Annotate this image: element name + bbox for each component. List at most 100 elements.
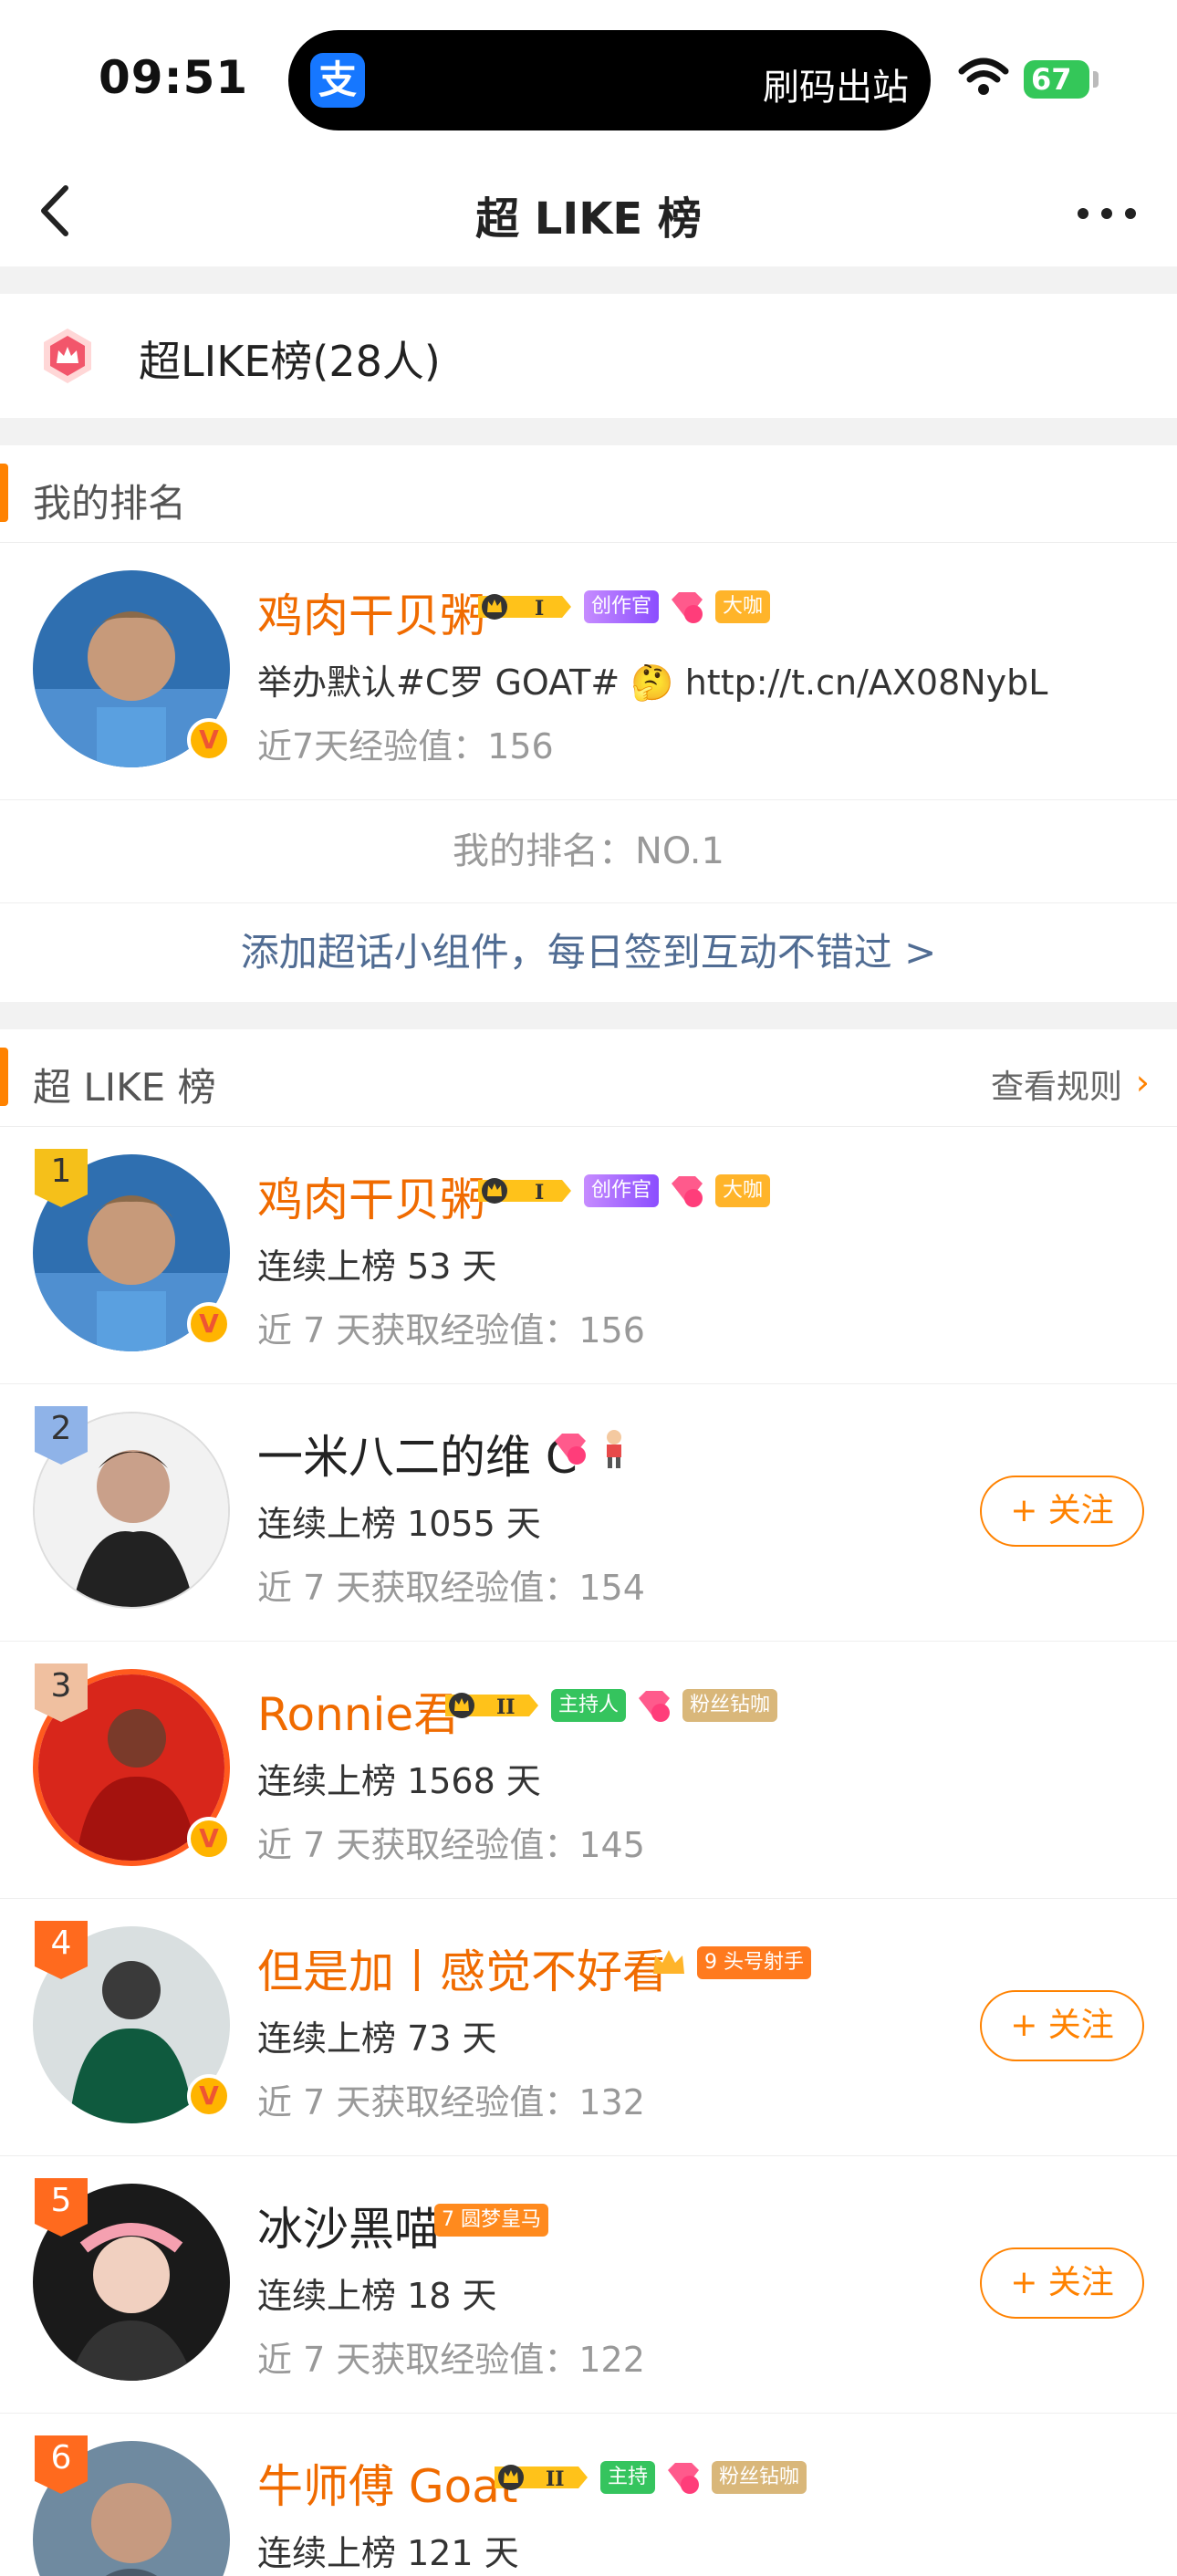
list-header: 超 LIKE 榜 查看规则 › <box>0 1029 1177 1127</box>
verified-badge-icon: V <box>187 718 231 762</box>
exp-text: 近 7 天获取经验值：154 <box>257 1568 645 1608</box>
dakka-badge: 大咖 <box>715 1174 771 1207</box>
shooter-badge: 9 头号射手 <box>697 1946 812 1979</box>
verified-badge-icon: V <box>187 1302 231 1346</box>
gem-level-icon <box>672 1176 703 1207</box>
crown-level-icon: II <box>445 1693 538 1719</box>
list-item[interactable]: 2 一米八二的维 C 连续上榜 1055 天 近 7 天获取经验值：154 + … <box>0 1384 1177 1642</box>
streak-text: 连续上榜 1055 天 <box>257 1504 541 1544</box>
rank-number: 1 <box>50 1152 72 1190</box>
host-badge: 主持 <box>600 2461 656 2494</box>
follow-button[interactable]: + 关注 <box>980 2247 1144 2319</box>
rank-badge: 2 <box>35 1406 88 1465</box>
creator-badge: 创作官 <box>584 1174 660 1207</box>
exp-text: 近 7 天获取经验值：122 <box>257 2340 645 2380</box>
divider <box>0 1002 1177 1029</box>
rank-badge: 6 <box>35 2435 88 2494</box>
add-widget-link[interactable]: 添加超话小组件，每日签到互动不错过 > <box>0 903 1177 1002</box>
level-number: 7 <box>442 2208 454 2231</box>
streak-text: 连续上榜 1568 天 <box>257 1761 541 1801</box>
streak-text: 连续上榜 53 天 <box>257 1246 497 1287</box>
badge-row: I 创作官 大咖 <box>474 1171 771 1211</box>
crown-level-icon: II <box>495 2465 588 2491</box>
badge-row: II 主持 粉丝钻咖 <box>491 2457 807 2498</box>
status-bar: 09:51 支 刷码出站 67 <box>0 0 1177 155</box>
svg-text:II: II <box>496 1695 516 1719</box>
follow-button[interactable]: + 关注 <box>980 1990 1144 2061</box>
svg-text:I: I <box>535 597 544 621</box>
rank-badge: 5 <box>35 2178 88 2237</box>
gem-level-icon <box>639 1691 671 1722</box>
alipay-icon: 支 <box>310 53 365 108</box>
badge-row: I 创作官 大咖 <box>474 587 771 627</box>
gem-level-icon <box>555 1434 586 1465</box>
streak-text: 连续上榜 121 天 <box>257 2533 519 2573</box>
dakka-badge: 大咖 <box>715 590 771 623</box>
rank-badge: 1 <box>35 1149 88 1207</box>
super-like-summary[interactable]: 超LIKE榜(28人) <box>0 294 1177 418</box>
dynamic-island[interactable]: 支 刷码出站 <box>288 30 931 130</box>
status-time: 09:51 <box>99 51 249 104</box>
badge-row <box>551 1428 630 1468</box>
accent-bar <box>0 464 8 522</box>
island-label: 刷码出站 <box>763 67 909 109</box>
list-item[interactable]: 6 牛师傅 Goat II 主持 粉丝钻咖 连续上榜 121 天 <box>0 2414 1177 2576</box>
user-name[interactable]: 牛师傅 Goat <box>257 2450 517 2516</box>
rank-number: 4 <box>50 1924 72 1962</box>
rank-badge: 4 <box>35 1921 88 1979</box>
my-rank-header: 我的排名 <box>0 445 1177 543</box>
my-profile-row[interactable]: V 鸡肉干贝粥 I 创作官 大咖 举办默认#C罗 GOAT# 🤔 http://… <box>0 543 1177 800</box>
dream-badge: 7 圆梦皇马 <box>434 2204 549 2237</box>
crown-emoji-icon <box>653 1950 684 1974</box>
more-icon[interactable] <box>1075 195 1139 232</box>
battery-indicator: 67 <box>1024 60 1089 99</box>
crown-level-icon: I <box>478 594 571 621</box>
person-emoji-icon <box>607 1430 621 1468</box>
my-rank-value: 我的排名：NO.1 <box>0 800 1177 903</box>
nav-bar: 超 LIKE 榜 <box>0 155 1177 266</box>
level-number: 9 <box>704 1951 717 1974</box>
badge-row: II 主持人 粉丝钻咖 <box>442 1685 778 1726</box>
rank-number: 3 <box>50 1667 72 1705</box>
user-name[interactable]: 鸡肉干贝粥 <box>257 1163 485 1229</box>
badge-row: 9 头号射手 <box>650 1943 812 1983</box>
creator-badge: 创作官 <box>584 590 660 623</box>
page-title: 超 LIKE 榜 <box>475 193 702 245</box>
chevron-right-icon[interactable]: › <box>1136 1062 1150 1102</box>
battery-cap <box>1093 71 1099 88</box>
rank-number: 6 <box>50 2439 72 2477</box>
shooter-badge-label: 头号射手 <box>724 1951 805 1974</box>
user-exp: 近7天经验值：156 <box>257 726 554 767</box>
exp-text: 近 7 天获取经验值：132 <box>257 2082 645 2122</box>
user-name[interactable]: Ronnie君 <box>257 1678 459 1744</box>
wifi-icon <box>958 57 1009 95</box>
super-like-badge-icon <box>44 329 91 383</box>
crown-level-icon: I <box>478 1178 571 1205</box>
gem-level-icon <box>672 592 703 623</box>
gem-level-icon <box>668 2463 700 2494</box>
exp-text: 近 7 天获取经验值：145 <box>257 1825 645 1865</box>
view-rules-link[interactable]: 查看规则 <box>991 1060 1122 1108</box>
dream-badge-label: 圆梦皇马 <box>461 2208 542 2231</box>
user-name[interactable]: 但是加丨感觉不好看 <box>257 1935 668 2001</box>
list-item[interactable]: V 1 鸡肉干贝粥 I 创作官 大咖 连续上榜 53 天 近 7 天获取经验值：… <box>0 1127 1177 1384</box>
svg-text:II: II <box>546 2467 565 2491</box>
list-item[interactable]: V 4 但是加丨感觉不好看 9 头号射手 连续上榜 73 天 近 7 天获取经验… <box>0 1899 1177 2156</box>
user-name[interactable]: 冰沙黑喵 <box>257 2193 440 2258</box>
rank-number: 5 <box>50 2182 72 2219</box>
user-name[interactable]: 一米八二的维 C <box>257 1421 578 1486</box>
streak-text: 连续上榜 73 天 <box>257 2018 497 2059</box>
fans-badge: 粉丝钻咖 <box>712 2461 807 2494</box>
list-title: 超 LIKE 榜 <box>33 1065 216 1110</box>
rank-number: 2 <box>50 1410 72 1447</box>
fans-badge: 粉丝钻咖 <box>682 1689 778 1722</box>
host-badge: 主持人 <box>551 1689 627 1722</box>
verified-badge-icon: V <box>187 2074 231 2118</box>
list-item[interactable]: V 3 Ronnie君 II 主持人 粉丝钻咖 连续上榜 1568 天 近 7 … <box>0 1642 1177 1899</box>
verified-badge-icon: V <box>187 1817 231 1861</box>
user-name[interactable]: 鸡肉干贝粥 <box>257 579 485 645</box>
follow-button[interactable]: + 关注 <box>980 1476 1144 1547</box>
user-bio: 举办默认#C罗 GOAT# 🤔 http://t.cn/AX08NybL <box>257 662 1048 703</box>
svg-text:I: I <box>535 1181 544 1205</box>
list-item[interactable]: 5 冰沙黑喵 7 圆梦皇马 连续上榜 18 天 近 7 天获取经验值：122 +… <box>0 2156 1177 2414</box>
